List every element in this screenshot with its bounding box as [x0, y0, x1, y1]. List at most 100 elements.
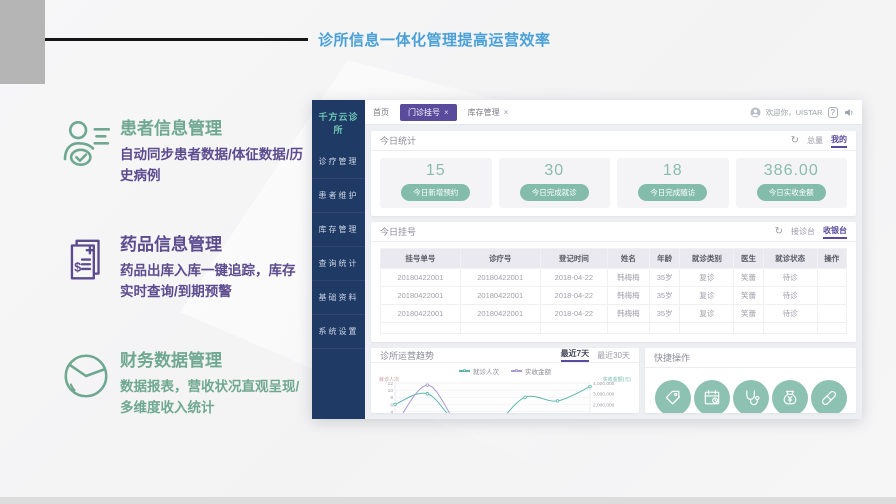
table-cell: 韩梅梅: [608, 269, 650, 287]
sidebar-item[interactable]: 患者维护: [312, 179, 365, 213]
svg-text:就诊人次: 就诊人次: [379, 376, 399, 383]
sidebar-item[interactable]: 基础资料: [312, 281, 365, 315]
table-row[interactable]: [381, 323, 847, 334]
svg-text:8: 8: [390, 395, 393, 401]
table-row[interactable]: 20180422001201804220012018-04-22韩梅梅35岁复诊…: [381, 305, 847, 323]
help-icon[interactable]: ?: [828, 107, 838, 118]
feature-block: 患者信息管理自动同步患者数据/体征数据/历史病例: [52, 114, 308, 187]
tab-bar: 首页门诊挂号× 库存管理×: [373, 104, 508, 121]
filter-link[interactable]: 接诊台: [791, 226, 815, 237]
quick-action-接诊[interactable]: 接诊: [733, 380, 769, 413]
footer-strip: [0, 497, 896, 504]
quick-ops-header: 快捷操作: [645, 348, 856, 368]
table-cell: 35岁: [649, 269, 680, 287]
legend-swatch: [459, 370, 470, 372]
table-cell: [817, 305, 846, 323]
close-icon[interactable]: ×: [504, 108, 509, 117]
stat-label-pill[interactable]: 今日新增预约: [401, 184, 470, 201]
sidebar: 千方云诊所 诊疗管理患者维护库存管理查询统计基础资料系统设置: [312, 100, 365, 419]
column-header: 登记时间: [540, 249, 608, 269]
stats-filters: ↻ 总量我的: [791, 134, 847, 148]
feature-text: 药品信息管理药品出库入库一键追踪，库存实时查询/到期预警: [120, 230, 308, 303]
feature-body: 药品出库入库一键追踪，库存实时查询/到期预警: [120, 261, 308, 303]
table-cell: 35岁: [649, 305, 680, 323]
feature-title: 财务数据管理: [120, 346, 308, 371]
table-cell: 待诊: [763, 287, 817, 305]
main-panel: 首页门诊挂号×库存管理× 欢迎你，UISTAR ? 今日统计 ↻总: [365, 100, 862, 419]
stethoscope-icon: [733, 380, 769, 413]
column-header: 诊疗号: [460, 249, 540, 269]
stat-card: 18 今日完成随访: [617, 158, 729, 208]
dashboard-screenshot: 千方云诊所 诊疗管理患者维护库存管理查询统计基础资料系统设置 首页门诊挂号× 库存…: [312, 100, 862, 419]
table-cell: [817, 287, 846, 305]
stat-label-pill[interactable]: 今日完成就诊: [520, 184, 589, 201]
table-cell: [817, 269, 846, 287]
stat-value: 386.00: [736, 162, 848, 180]
table-cell: 35岁: [649, 287, 680, 305]
quick-action-挂号[interactable]: 挂号: [655, 380, 691, 413]
quick-ops-section: 快捷操作 挂号预约接诊收费发药: [645, 348, 856, 413]
table-row[interactable]: 20180422001201804220012018-04-22韩梅梅35岁复诊…: [381, 287, 847, 305]
stat-card: 15 今日新增预约: [380, 158, 492, 208]
filter-link[interactable]: 我的: [831, 134, 847, 148]
table-cell: 20180422001: [381, 305, 461, 323]
sidebar-item[interactable]: 系统设置: [312, 315, 365, 349]
stat-card: 386.00 今日实收金额: [736, 158, 848, 208]
stat-value: 30: [499, 162, 611, 180]
tab-label: 首页: [373, 107, 389, 118]
quick-ops-grid: 挂号预约接诊收费发药: [645, 368, 856, 413]
table-row[interactable]: 20180422001201804220012018-04-22韩梅梅35岁复诊…: [381, 269, 847, 287]
tab[interactable]: 门诊挂号×: [400, 104, 457, 121]
range-tab[interactable]: 最近30天: [597, 350, 630, 361]
sidebar-menu: 诊疗管理患者维护库存管理查询统计基础资料系统设置: [312, 145, 365, 349]
quick-action-预约[interactable]: 预约: [694, 380, 730, 413]
trend-line-chart: 02468101201,000,0002,000,0003,000,0004,0…: [378, 376, 632, 413]
trend-header: 诊所运营趋势 最近7天最近30天: [371, 348, 639, 363]
quick-action-收费[interactable]: 收费: [772, 380, 808, 413]
feature-block: 财务数据管理数据报表，营收状况直观呈现/多维度收入统计: [52, 346, 308, 419]
stat-value: 15: [380, 162, 492, 180]
stat-label-pill[interactable]: 今日完成随访: [638, 184, 707, 201]
sidebar-item[interactable]: 诊疗管理: [312, 145, 365, 179]
tab[interactable]: 库存管理×: [468, 107, 509, 118]
table-cell: [460, 323, 540, 334]
table-cell: 复诊: [680, 269, 734, 287]
sidebar-item[interactable]: 库存管理: [312, 213, 365, 247]
column-header: 姓名: [608, 249, 650, 269]
quick-action-发药[interactable]: 发药: [811, 380, 847, 413]
topbar: 首页门诊挂号×库存管理× 欢迎你，UISTAR ?: [365, 100, 862, 125]
refresh-icon[interactable]: ↻: [791, 137, 799, 145]
close-icon[interactable]: ×: [444, 108, 449, 117]
announcement-icon[interactable]: [843, 107, 854, 118]
chart-legend: 就诊人次实收金额: [371, 363, 639, 376]
stat-value: 18: [617, 162, 729, 180]
filter-link[interactable]: 总量: [807, 135, 823, 146]
stats-section: 今日统计 ↻ 总量我的 15 今日新增预约 30 今日完成就诊 18 今日完成随访 386.0…: [371, 131, 856, 216]
sidebar-item[interactable]: 查询统计: [312, 247, 365, 281]
legend-swatch: [511, 370, 522, 372]
filter-link[interactable]: 收银台: [823, 225, 847, 239]
legend-item: 就诊人次: [459, 366, 499, 376]
table-cell: 韩梅梅: [608, 305, 650, 323]
column-header: 年龄: [649, 249, 680, 269]
table-cell: 20180422001: [381, 287, 461, 305]
trend-title: 诊所运营趋势: [380, 349, 434, 362]
table-cell: [381, 323, 461, 334]
table-cell: 2018-04-22: [540, 305, 608, 323]
refresh-icon[interactable]: ↻: [775, 228, 783, 236]
svg-text:3,000,000: 3,000,000: [593, 392, 615, 398]
column-header: 就诊状态: [763, 249, 817, 269]
stats-title: 今日统计: [380, 134, 416, 147]
bottom-row: 诊所运营趋势 最近7天最近30天 就诊人次实收金额 02468101201,00…: [371, 348, 856, 413]
stat-card: 30 今日完成就诊: [499, 158, 611, 208]
table-cell: [608, 323, 650, 334]
title-rule: [45, 38, 308, 41]
legend-label: 就诊人次: [473, 366, 499, 376]
range-tab[interactable]: 最近7天: [561, 348, 589, 362]
table-cell: [734, 323, 763, 334]
stat-label-pill[interactable]: 今日实收金额: [757, 184, 826, 201]
corner-decoration: [0, 0, 45, 84]
registrations-title: 今日挂号: [380, 225, 416, 238]
table-cell: 20180422001: [460, 269, 540, 287]
tab[interactable]: 首页: [373, 107, 389, 118]
